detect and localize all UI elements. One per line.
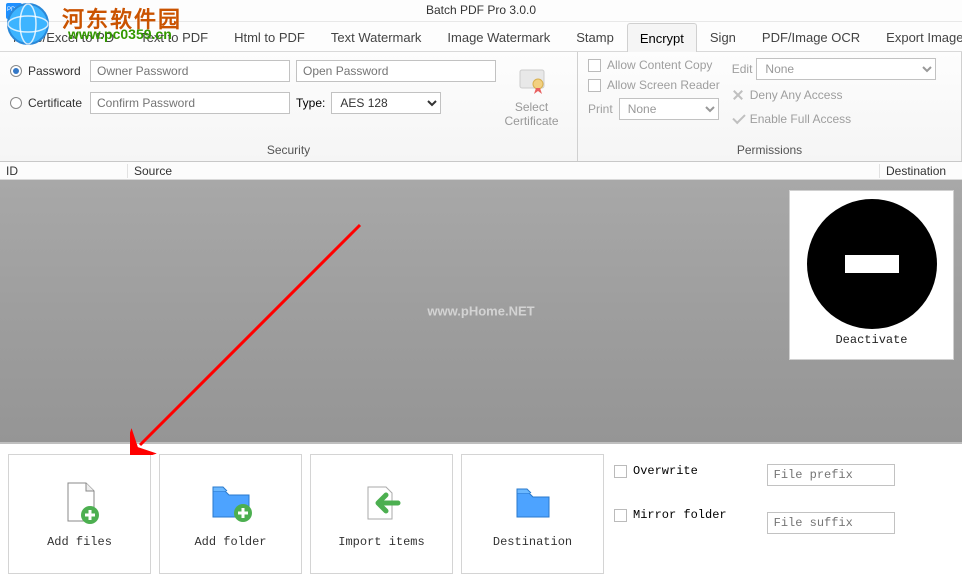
label-password: Password [28, 64, 84, 78]
radio-certificate[interactable] [10, 97, 22, 109]
type-select[interactable]: AES 128 [331, 92, 441, 114]
col-destination[interactable]: Destination [880, 164, 962, 178]
import-icon [358, 479, 406, 527]
group-permissions-label: Permissions [578, 140, 961, 161]
tab-pdf-image-ocr[interactable]: PDF/Image OCR [749, 22, 873, 51]
tab-more-excel[interactable]: More/Excel to PD [0, 22, 127, 51]
owner-password-input[interactable] [90, 60, 290, 82]
print-label: Print [588, 102, 613, 116]
chk-allow-reader[interactable] [588, 79, 601, 92]
col-source[interactable]: Source [128, 164, 880, 178]
table-header: ID Source Destination [0, 162, 962, 180]
cross-icon [732, 89, 744, 101]
app-title: Batch PDF Pro 3.0.0 [426, 3, 536, 17]
check-icon [732, 113, 744, 125]
deactivate-card[interactable]: Deactivate [789, 190, 954, 360]
tab-text-to-pdf[interactable]: Text to PDF [127, 22, 221, 51]
select-certificate-button[interactable]: Select Certificate [500, 58, 563, 129]
print-select[interactable]: None [619, 98, 719, 120]
chk-mirror[interactable] [614, 509, 627, 522]
add-folder-button[interactable]: Add folder [159, 454, 302, 574]
mid-watermark: www.pHome.NET [427, 304, 534, 319]
destination-button[interactable]: Destination [461, 454, 604, 574]
folder-icon [509, 479, 557, 527]
open-password-input[interactable] [296, 60, 496, 82]
label-certificate: Certificate [28, 96, 84, 110]
file-plus-icon [56, 479, 104, 527]
tab-export-images[interactable]: Export Images [873, 22, 962, 51]
tab-html-to-pdf[interactable]: Html to PDF [221, 22, 318, 51]
tab-image-watermark[interactable]: Image Watermark [434, 22, 563, 51]
confirm-password-input[interactable] [90, 92, 290, 114]
edit-select[interactable]: None [756, 58, 936, 80]
file-suffix-input[interactable] [767, 512, 895, 534]
minus-circle-icon [807, 199, 937, 329]
add-files-button[interactable]: Add files [8, 454, 151, 574]
group-security-label: Security [0, 140, 577, 161]
folder-plus-icon [207, 479, 255, 527]
deny-access-button[interactable]: Deny Any Access [732, 86, 937, 104]
tab-encrypt[interactable]: Encrypt [627, 23, 697, 52]
tab-sign[interactable]: Sign [697, 22, 749, 51]
tab-text-watermark[interactable]: Text Watermark [318, 22, 435, 51]
content-area: www.pHome.NET Deactivate [0, 180, 962, 442]
bottom-panel: Add files Add folder Import items Destin… [0, 442, 962, 581]
col-id[interactable]: ID [0, 164, 128, 178]
radio-password[interactable] [10, 65, 22, 77]
ribbon-tabs: More/Excel to PD Text to PDF Html to PDF… [0, 22, 962, 52]
app-icon [6, 3, 22, 19]
chk-allow-copy[interactable] [588, 59, 601, 72]
deactivate-label: Deactivate [790, 333, 953, 347]
type-label: Type: [296, 96, 325, 110]
file-prefix-input[interactable] [767, 464, 895, 486]
enable-access-button[interactable]: Enable Full Access [732, 110, 937, 128]
chk-overwrite[interactable] [614, 465, 627, 478]
tab-stamp[interactable]: Stamp [563, 22, 627, 51]
import-items-button[interactable]: Import items [310, 454, 453, 574]
edit-label: Edit [732, 62, 753, 76]
